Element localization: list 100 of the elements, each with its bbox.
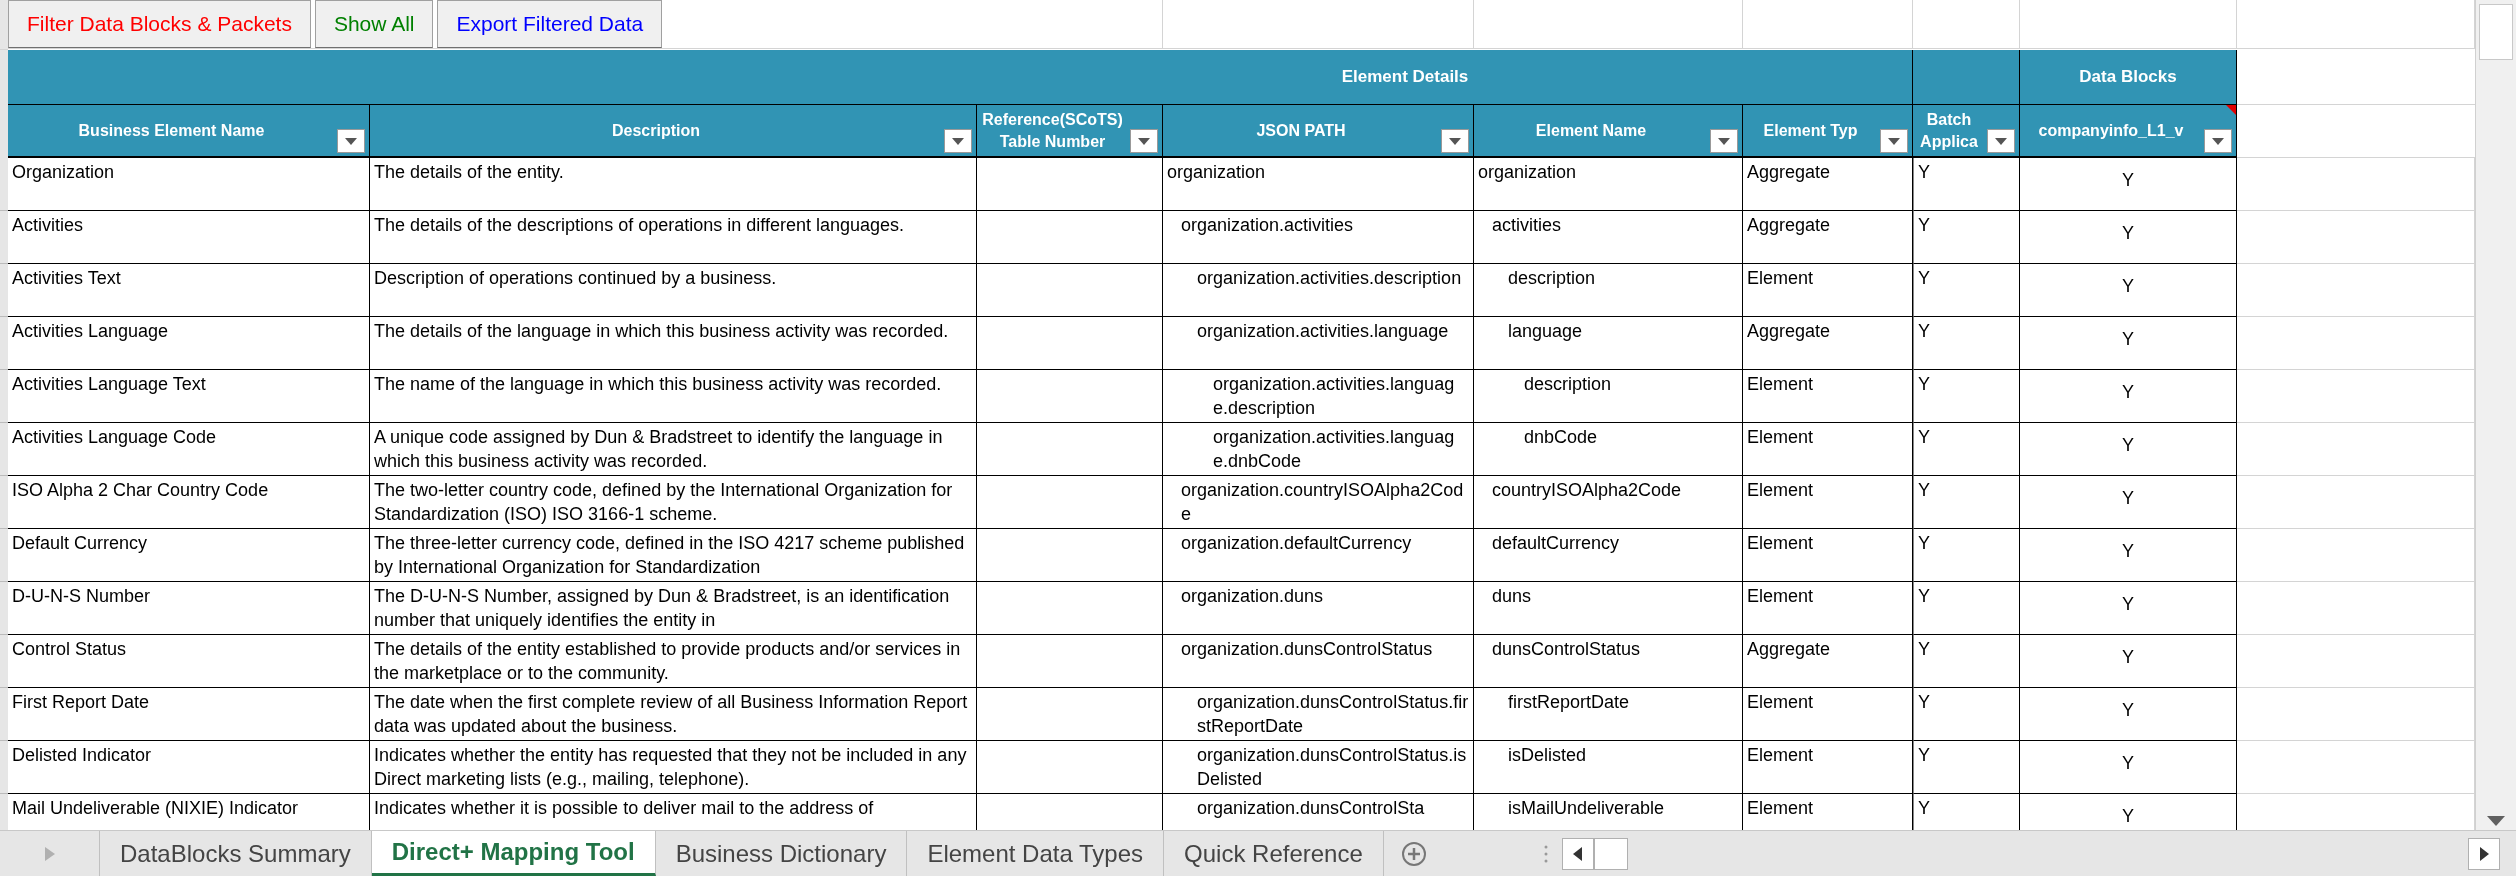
table-cell: The name of the language in which this business activity was recorded. xyxy=(370,370,977,423)
caret-icon xyxy=(345,137,357,145)
sheet-tab[interactable]: DataBlocks Summary xyxy=(100,831,372,876)
table-cell: Y xyxy=(2020,529,2237,582)
column-header-label: Element Name xyxy=(1535,120,1647,141)
table-cell: Activities xyxy=(8,211,370,264)
table-cell: A unique code assigned by Dun & Bradstreet to identify the language in which this business activity was recorded. xyxy=(370,423,977,476)
filter-dropdown-button[interactable] xyxy=(944,129,972,153)
table-cell: The three-letter currency code, defined in the ISO 4217 scheme published by International Organization for Standardization xyxy=(370,529,977,582)
table-cell: The details of the descriptions of operations in different languages. xyxy=(370,211,977,264)
table-cell: organization.duns xyxy=(1163,582,1474,635)
table-cell: Element xyxy=(1743,529,1913,582)
table-cell: Activities Language Text xyxy=(8,370,370,423)
table-cell: Y xyxy=(1913,529,2020,582)
table-cell: Y xyxy=(1913,688,2020,741)
column-header-label: Batch Applica xyxy=(1919,109,1979,152)
table-cell: Element xyxy=(1743,423,1913,476)
filter-dropdown-button[interactable] xyxy=(1441,129,1469,153)
table-cell: duns xyxy=(1474,582,1743,635)
table-cell: The details of the entity. xyxy=(370,158,977,211)
table-cell: language xyxy=(1474,317,1743,370)
column-header-label: Element Typ xyxy=(1763,120,1858,141)
table-cell: Aggregate xyxy=(1743,158,1913,211)
table-cell: Indicates whether the entity has requested that they not be included in any Direct marketing lists (e.g., mailing, telephone). xyxy=(370,741,977,794)
table-cell: Activities Language Code xyxy=(8,423,370,476)
filter-dropdown-button[interactable] xyxy=(1130,129,1158,153)
table-cell: dunsControlStatus xyxy=(1474,635,1743,688)
scroll-left-button[interactable] xyxy=(1561,837,1594,870)
table-cell: Aggregate xyxy=(1743,211,1913,264)
table-cell: Y xyxy=(2020,423,2237,476)
table-cell: Element xyxy=(1743,264,1913,317)
scroll-down-icon[interactable] xyxy=(2487,816,2505,826)
table-cell: Y xyxy=(1913,635,2020,688)
table-cell: D-U-N-S Number xyxy=(8,582,370,635)
scroll-right-button[interactable] xyxy=(2468,837,2500,870)
group-header: Element Details xyxy=(8,50,1913,105)
macro-button[interactable]: Export Filtered Data xyxy=(437,0,663,48)
caret-icon xyxy=(2212,137,2224,145)
table-cell: Organization xyxy=(8,158,370,211)
table-cell: Y xyxy=(2020,370,2237,423)
table-cell: organization.dunsControlStatus xyxy=(1163,635,1474,688)
filter-dropdown-button[interactable] xyxy=(1987,129,2015,153)
macro-button[interactable]: Filter Data Blocks & Packets xyxy=(8,0,311,48)
table-cell: organization.defaultCurrency xyxy=(1163,529,1474,582)
table-cell: Y xyxy=(2020,582,2237,635)
table-cell: Activities Language xyxy=(8,317,370,370)
scrollbar-thumb[interactable] xyxy=(2479,4,2513,60)
splitter-handle-icon[interactable] xyxy=(1543,844,1548,863)
table-cell: dnbCode xyxy=(1474,423,1743,476)
table-cell: isDelisted xyxy=(1474,741,1743,794)
table-cell: Aggregate xyxy=(1743,635,1913,688)
add-sheet-icon[interactable] xyxy=(1400,840,1427,867)
filter-dropdown-button[interactable] xyxy=(2204,129,2232,153)
sheet-tab[interactable]: Element Data Types xyxy=(907,831,1165,876)
filter-dropdown-button[interactable] xyxy=(1880,129,1908,153)
table-cell: The details of the entity established to provide products and/or services in the marketplace or to the community. xyxy=(370,635,977,688)
table-cell: Y xyxy=(2020,264,2237,317)
table-cell: ISO Alpha 2 Char Country Code xyxy=(8,476,370,529)
table-cell: Y xyxy=(2020,158,2237,211)
table-cell: Y xyxy=(1913,582,2020,635)
table-cell: Y xyxy=(1913,423,2020,476)
table-cell: defaultCurrency xyxy=(1474,529,1743,582)
table-cell: Element xyxy=(1743,688,1913,741)
scroll-left-icon xyxy=(1573,846,1583,861)
caret-icon xyxy=(1888,137,1900,145)
caret-icon xyxy=(1138,137,1150,145)
caret-icon xyxy=(1995,137,2007,145)
table-cell: Delisted Indicator xyxy=(8,741,370,794)
macro-button[interactable]: Show All xyxy=(314,0,434,48)
table-cell: firstReportDate xyxy=(1474,688,1743,741)
table-cell: Y xyxy=(1913,211,2020,264)
table-cell: organization.activities.language xyxy=(1163,317,1474,370)
table-cell: Description of operations continued by a business. xyxy=(370,264,977,317)
table-cell: Control Status xyxy=(8,635,370,688)
caret-icon xyxy=(1449,137,1461,145)
column-header-label: Description xyxy=(612,120,700,141)
sheet-tab[interactable]: Direct+ Mapping Tool xyxy=(371,831,656,876)
column-header-label: JSON PATH xyxy=(1256,120,1346,141)
table-cell: The details of the language in which this business activity was recorded. xyxy=(370,317,977,370)
scrollbar-thumb[interactable] xyxy=(1593,837,1628,870)
table-cell: Y xyxy=(1913,370,2020,423)
sheet-tab[interactable]: Quick Reference xyxy=(1164,831,1384,876)
sheet-tab[interactable]: Business Dictionary xyxy=(655,831,908,876)
table-cell: Default Currency xyxy=(8,529,370,582)
table-cell: First Report Date xyxy=(8,688,370,741)
table-cell: Y xyxy=(1913,264,2020,317)
table-cell: Y xyxy=(1913,158,2020,211)
column-header-label: companyinfo_L1_v xyxy=(2038,120,2184,141)
table-cell: organization xyxy=(1474,158,1743,211)
filter-dropdown-button[interactable] xyxy=(1710,129,1738,153)
table-cell: The date when the first complete review of all Business Information Report data was updated about the business. xyxy=(370,688,977,741)
column-header-label: Business Element Name xyxy=(78,120,265,141)
table-cell: activities xyxy=(1474,211,1743,264)
table-cell: Y xyxy=(1913,476,2020,529)
table-cell: organization xyxy=(1163,158,1474,211)
caret-icon xyxy=(952,137,964,145)
scroll-right-icon xyxy=(2479,846,2489,861)
vertical-scrollbar[interactable] xyxy=(2475,0,2516,830)
filter-dropdown-button[interactable] xyxy=(337,129,365,153)
group-header: Data Blocks xyxy=(2020,50,2237,105)
